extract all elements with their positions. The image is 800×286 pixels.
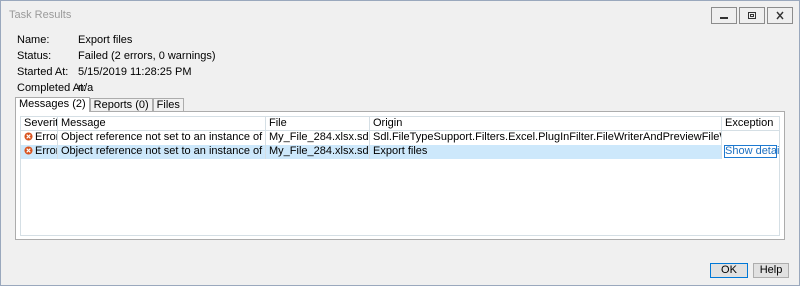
error-icon [24,146,33,155]
severity-cell: Error [21,131,58,145]
messages-panel: Severity Message File Origin Exception E… [15,111,785,240]
file-cell: My_File_284.xlsx.sdlxliff [266,145,370,159]
minimize-icon [720,16,728,19]
severity-cell: Error [21,145,58,159]
exception-cell: Show details [722,145,779,159]
started-row: Started At: 5/15/2019 11:28:25 PM [17,66,317,82]
help-button[interactable]: Help [753,263,789,278]
status-row: Status: Failed (2 errors, 0 warnings) [17,50,317,66]
completed-row: Completed At: n/a [17,82,317,98]
messages-grid: Severity Message File Origin Exception E… [20,116,780,236]
tab-files[interactable]: Files [152,98,184,112]
close-icon [776,11,784,20]
name-value: Export files [78,34,133,46]
column-header-message[interactable]: Message [58,117,266,131]
ok-button[interactable]: OK [710,263,748,278]
column-header-exception[interactable]: Exception [722,117,779,131]
message-cell: Object reference not set to an instance … [58,131,266,145]
minimize-button[interactable] [711,7,737,24]
column-header-origin[interactable]: Origin [370,117,722,131]
exception-cell [722,131,779,145]
origin-cell: Sdl.FileTypeSupport.Filters.Excel.PlugIn… [370,131,722,145]
origin-cell: Export files [370,145,722,159]
column-header-severity[interactable]: Severity [21,117,58,131]
restore-icon [748,12,756,19]
task-results-window: Task Results Name: Export files Status: … [0,0,800,286]
completed-label: Completed At: [17,82,87,94]
status-label: Status: [17,50,52,62]
column-header-file[interactable]: File [266,117,370,131]
window-controls [711,7,793,24]
tab-messages[interactable]: Messages (2) [15,97,90,112]
title-bar[interactable]: Task Results [1,1,799,29]
window-title: Task Results [9,9,72,21]
started-value: 5/15/2019 11:28:25 PM [78,66,192,78]
name-label: Name: [17,34,50,46]
grid-header: Severity Message File Origin Exception [21,117,779,131]
started-label: Started At: [17,66,69,78]
severity-text: Error [35,145,58,157]
message-cell: Object reference not set to an instance … [58,145,266,159]
file-cell: My_File_284.xlsx.sdlxliff [266,131,370,145]
restore-button[interactable] [739,7,765,24]
tab-reports[interactable]: Reports (0) [89,98,153,112]
completed-value: n/a [78,82,94,94]
table-row[interactable]: Error Object reference not set to an ins… [21,131,779,145]
show-details-button[interactable]: Show details [724,145,779,158]
severity-text: Error [35,131,58,143]
table-row-selected[interactable]: Error Object reference not set to an ins… [21,145,779,159]
error-icon [24,132,33,141]
status-value: Failed (2 errors, 0 warnings) [78,50,216,62]
close-button[interactable] [767,7,793,24]
tab-strip: Messages (2) Reports (0) Files [15,97,184,112]
name-row: Name: Export files [17,34,317,50]
